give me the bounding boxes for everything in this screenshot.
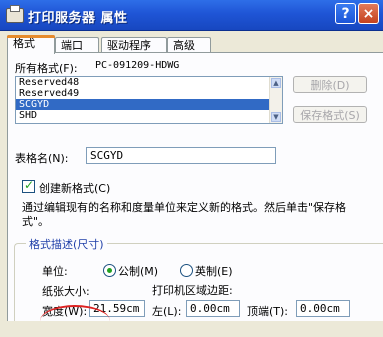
scroll-down-icon[interactable]: ▼ bbox=[271, 112, 281, 122]
metric-label: 公制(M) bbox=[118, 265, 159, 278]
paper-size-label: 纸张大小: bbox=[42, 285, 90, 298]
list-item-selected[interactable]: SCGYD bbox=[16, 99, 282, 110]
save-format-button[interactable]: 保存格式(S) bbox=[293, 106, 367, 123]
create-new-label: 创建新格式(C) bbox=[39, 182, 111, 195]
tab-formats[interactable]: 格式 bbox=[7, 35, 55, 54]
group-title: 格式描述(尺寸) bbox=[26, 236, 107, 252]
all-formats-label: 所有格式(F): bbox=[15, 62, 78, 75]
left-margin-input[interactable]: 0.00cm bbox=[186, 300, 240, 317]
scroll-up-icon[interactable]: ▲ bbox=[271, 78, 281, 88]
top-margin-input[interactable]: 0.00cm bbox=[296, 300, 350, 317]
printable-area-label: 打印机区域边距: bbox=[152, 284, 233, 297]
unit-label: 单位: bbox=[42, 265, 68, 278]
radio-selected-icon bbox=[107, 268, 112, 273]
checkmark-icon: ✓ bbox=[24, 178, 35, 192]
delete-button[interactable]: 删除(D) bbox=[293, 76, 367, 93]
formats-listbox[interactable]: Reserved48 Reserved49 SCGYD SHD ▲ ▼ bbox=[15, 76, 283, 124]
server-name: PC-091209-HDWG bbox=[95, 60, 180, 71]
top-margin-label: 顶端(T): bbox=[247, 305, 289, 318]
form-name-input[interactable]: SCGYD bbox=[86, 147, 276, 164]
imperial-radio[interactable] bbox=[180, 264, 193, 277]
imperial-label: 英制(E) bbox=[195, 265, 233, 278]
form-name-label: 表格名(N): bbox=[15, 152, 69, 165]
tab-advanced[interactable]: 高级 bbox=[167, 37, 211, 53]
create-new-checkbox[interactable]: ✓ bbox=[22, 178, 35, 193]
window-title: 打印服务器 属性 bbox=[28, 11, 128, 26]
left-margin-label: 左(L): bbox=[152, 305, 182, 318]
list-item[interactable]: Reserved49 bbox=[16, 88, 282, 99]
close-button[interactable]: × bbox=[358, 3, 379, 24]
title-bar: 打印服务器 属性 ? × bbox=[0, 0, 383, 31]
printer-icon bbox=[6, 5, 24, 23]
help-button[interactable]: ? bbox=[335, 3, 356, 24]
metric-radio[interactable] bbox=[103, 264, 116, 277]
hint-text: 通过编辑现有的名称和度量单位来定义新的格式。然后单击"保存格式"。 bbox=[22, 201, 347, 228]
tab-drivers[interactable]: 驱动程序 bbox=[101, 37, 167, 53]
list-item[interactable]: SHD bbox=[16, 110, 282, 121]
list-scrollbar[interactable]: ▲ ▼ bbox=[269, 77, 282, 123]
red-annotation-mark bbox=[40, 305, 110, 337]
tab-ports[interactable]: 端口 bbox=[55, 37, 99, 53]
list-item[interactable]: Reserved48 bbox=[16, 77, 282, 88]
